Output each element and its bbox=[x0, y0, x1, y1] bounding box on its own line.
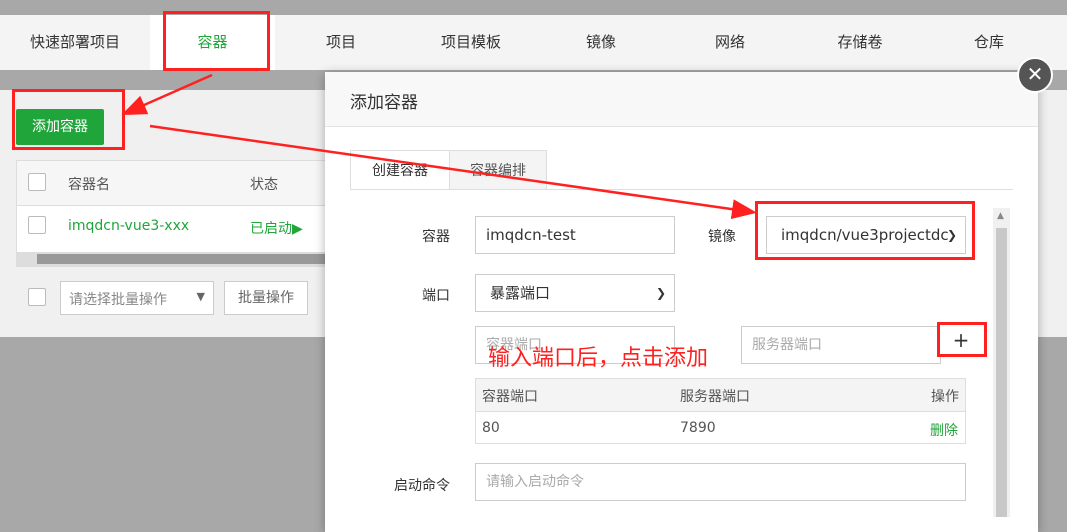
arrow-to-image-select bbox=[149, 124, 757, 220]
arrow-to-add-button bbox=[121, 73, 213, 116]
annotation-arrows bbox=[121, 73, 757, 220]
